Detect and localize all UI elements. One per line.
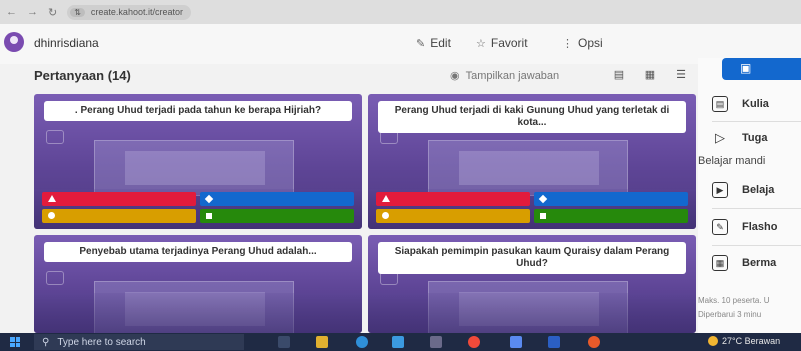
answer-green <box>534 209 688 223</box>
weather-icon <box>708 336 718 346</box>
task-view-icon[interactable] <box>278 336 290 348</box>
reload-icon[interactable]: ↻ <box>48 6 57 19</box>
participants-note: Maks. 10 peserta. U <box>698 296 770 305</box>
diamond-icon <box>204 194 214 204</box>
answer-grid <box>376 192 688 223</box>
app-header: dhinrisdiana ✎ Edit ☆ Favorit ⋮ Opsi <box>0 24 801 64</box>
app-icon[interactable] <box>430 336 442 348</box>
edit-button[interactable]: ✎ Edit <box>416 36 451 50</box>
show-answers-toggle[interactable]: ◉ Tampilkan jawaban <box>450 69 560 83</box>
edge-icon[interactable] <box>356 336 368 348</box>
right-panel: ▣ ▤ Kulia ▷ Tuga Belajar mandi ▶ Belaja … <box>698 58 801 333</box>
chrome-icon[interactable] <box>468 336 480 348</box>
grid-view-icon[interactable]: ▦ <box>643 68 657 81</box>
triangle-icon <box>48 195 56 202</box>
site-info-icon[interactable]: ⇅ <box>70 7 85 17</box>
app-icon[interactable] <box>588 336 600 348</box>
host-button[interactable]: ▣ <box>722 58 801 80</box>
question-text: Penyebab utama terjadinya Perang Uhud ad… <box>44 242 352 262</box>
taskbar-search[interactable]: ⚲ Type here to search <box>34 334 244 350</box>
store-icon[interactable] <box>392 336 404 348</box>
flashcard-icon: ✎ <box>712 219 728 235</box>
question-card[interactable]: . Perang Uhud terjadi pada tahun ke bera… <box>34 94 362 229</box>
self-study-heading: Belajar mandi <box>698 155 766 167</box>
answer-yellow <box>376 209 530 223</box>
triangle-icon <box>382 195 390 202</box>
question-text: Siapakah pemimpin pasukan kaum Quraisy d… <box>378 242 686 274</box>
play-icon: ▶ <box>712 182 728 198</box>
game-grid-icon: ▦ <box>712 255 728 271</box>
lecture-icon: ▤ <box>712 96 728 112</box>
app-icon[interactable] <box>510 336 522 348</box>
answer-red <box>42 192 196 206</box>
options-label: Opsi <box>578 36 603 50</box>
question-card[interactable]: Siapakah pemimpin pasukan kaum Quraisy d… <box>368 235 696 333</box>
learn-label: Belaja <box>742 184 775 196</box>
question-card[interactable]: Perang Uhud terjadi di kaki Gunung Uhud … <box>368 94 696 229</box>
flashcards-label: Flasho <box>742 221 778 233</box>
favorite-label: Favorit <box>490 36 528 50</box>
learn-button[interactable]: ▶ Belaja <box>712 178 774 202</box>
list-view-icon[interactable]: ▤ <box>612 68 626 81</box>
assign-button[interactable]: ▷ Tuga <box>712 126 767 150</box>
answer-grid <box>42 192 354 223</box>
updated-note: Diperbarui 3 minu <box>698 310 762 319</box>
question-card[interactable]: Penyebab utama terjadinya Perang Uhud ad… <box>34 235 362 333</box>
question-text: . Perang Uhud terjadi pada tahun ke bera… <box>44 101 352 121</box>
file-explorer-icon[interactable] <box>316 336 328 348</box>
search-icon: ⚲ <box>42 336 50 348</box>
browser-toolbar: ← → ↻ ⇅ create.kahoot.it/creator <box>0 0 801 24</box>
forward-icon[interactable]: → <box>27 6 38 18</box>
weather-widget[interactable]: 27°C Berawan <box>708 336 780 346</box>
avatar[interactable] <box>4 32 24 52</box>
windows-start-icon[interactable] <box>10 337 20 347</box>
questions-heading: Pertanyaan (14) <box>34 68 131 83</box>
square-icon <box>206 213 212 219</box>
answer-blue <box>200 192 354 206</box>
flashcards-button[interactable]: ✎ Flasho <box>712 215 777 239</box>
search-placeholder: Type here to search <box>57 336 146 348</box>
lecture-label: Kulia <box>742 98 769 110</box>
lecture-mode-button[interactable]: ▤ Kulia <box>712 92 769 116</box>
star-icon: ☆ <box>476 37 486 50</box>
answer-yellow <box>42 209 196 223</box>
question-text: Perang Uhud terjadi di kaki Gunung Uhud … <box>378 101 686 133</box>
address-url[interactable]: create.kahoot.it/creator <box>91 7 183 17</box>
back-icon[interactable]: ← <box>6 6 17 18</box>
play-game-button[interactable]: ▦ Berma <box>712 251 776 275</box>
detail-view-icon[interactable]: ☰ <box>674 68 688 81</box>
answer-green <box>200 209 354 223</box>
taskbar: ⚲ Type here to search 27°C Berawan <box>0 333 801 351</box>
circle-icon <box>382 212 389 219</box>
pencil-icon: ✎ <box>416 37 426 50</box>
edit-label: Edit <box>430 36 451 50</box>
assign-label: Tuga <box>742 132 768 144</box>
diamond-icon <box>538 194 548 204</box>
options-button[interactable]: ⋮ Opsi <box>562 36 603 50</box>
more-vertical-icon: ⋮ <box>562 37 573 50</box>
answer-red <box>376 192 530 206</box>
favorite-button[interactable]: ☆ Favorit <box>476 36 528 50</box>
answer-blue <box>534 192 688 206</box>
weather-text: 27°C Berawan <box>722 336 781 346</box>
play-game-label: Berma <box>742 257 777 269</box>
circle-icon <box>48 212 55 219</box>
monitor-icon: ▣ <box>740 61 752 75</box>
address-bar[interactable]: ⇅ create.kahoot.it/creator <box>67 4 191 20</box>
username: dhinrisdiana <box>34 36 99 50</box>
show-answers-label: Tampilkan jawaban <box>465 69 560 82</box>
square-icon <box>540 213 546 219</box>
assignment-icon: ▷ <box>715 130 725 145</box>
eye-icon: ◉ <box>450 70 460 82</box>
word-icon[interactable] <box>548 336 560 348</box>
